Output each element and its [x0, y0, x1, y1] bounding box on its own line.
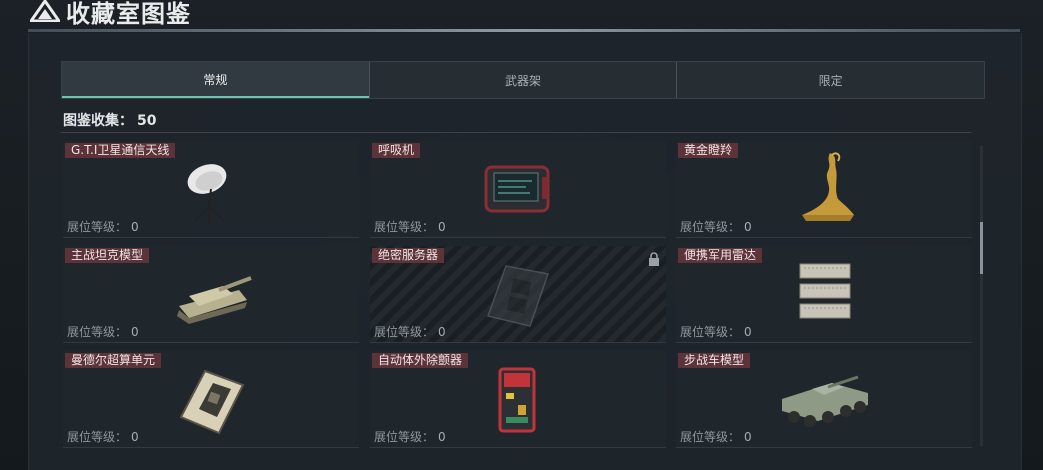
- item-name: 绝密服务器: [372, 248, 445, 263]
- collection-grid: G.T.I卫星通信天线 展位等级： 0 呼吸机 展位等级： 0 黄金瞪羚 展位等…: [63, 141, 973, 453]
- booth-level: 展位等级： 0: [67, 428, 139, 445]
- tab-bar: 常规 武器架 限定: [61, 61, 985, 99]
- tank-model-icon: [177, 276, 252, 324]
- booth-level-label: 展位等级：: [374, 325, 435, 339]
- booth-level-label: 展位等级：: [374, 220, 435, 234]
- booth-level: 展位等级： 0: [680, 323, 752, 340]
- booth-level-label: 展位等级：: [680, 430, 741, 444]
- booth-level-value: 0: [744, 220, 752, 234]
- booth-level-value: 0: [438, 325, 446, 339]
- booth-level: 展位等级： 0: [374, 218, 446, 235]
- collection-card[interactable]: 呼吸机 展位等级： 0: [370, 141, 666, 238]
- booth-level: 展位等级： 0: [680, 218, 752, 235]
- booth-level-value: 0: [438, 430, 446, 444]
- tab-regular[interactable]: 常规: [62, 62, 369, 98]
- booth-level-value: 0: [744, 430, 752, 444]
- collection-card-locked[interactable]: 绝密服务器 展位等级： 0: [370, 246, 666, 343]
- item-name: 黄金瞪羚: [678, 143, 739, 158]
- booth-level: 展位等级： 0: [67, 323, 139, 340]
- collection-card[interactable]: 自动体外除颤器 展位等级： 0: [370, 351, 666, 448]
- radar-icon: [799, 263, 851, 319]
- collection-count: 图鉴收集： 50: [63, 110, 156, 130]
- booth-level-label: 展位等级：: [680, 220, 741, 234]
- collection-card[interactable]: 步战车模型 展位等级： 0: [676, 351, 972, 448]
- item-name: 曼德尔超算单元: [65, 353, 162, 368]
- satellite-dish-icon: [187, 164, 227, 223]
- ventilator-icon: [484, 165, 550, 213]
- booth-level-value: 0: [744, 325, 752, 339]
- ifv-model-icon: [782, 375, 868, 427]
- booth-level: 展位等级： 0: [374, 428, 446, 445]
- supercomputer-unit-icon: [179, 369, 245, 435]
- collection-card[interactable]: 便携军用雷达 展位等级： 0: [676, 246, 972, 343]
- item-name: 主战坦克模型: [65, 248, 150, 263]
- scrollbar-track[interactable]: [980, 146, 983, 446]
- tab-weapon-rack[interactable]: 武器架: [368, 62, 677, 98]
- booth-level-value: 0: [438, 220, 446, 234]
- item-name: 便携军用雷达: [678, 248, 763, 263]
- booth-level: 展位等级： 0: [374, 323, 446, 340]
- collection-card[interactable]: 曼德尔超算单元 展位等级： 0: [63, 351, 359, 448]
- booth-level-value: 0: [131, 430, 139, 444]
- title-divider: [28, 29, 1020, 32]
- scrollbar-thumb[interactable]: [980, 222, 983, 274]
- item-name: 呼吸机: [372, 143, 421, 158]
- golden-gazelle-icon: [802, 152, 854, 221]
- collection-count-label: 图鉴收集：: [63, 113, 133, 129]
- server-icon: [487, 265, 549, 327]
- lock-icon: [649, 252, 659, 266]
- booth-level-label: 展位等级：: [680, 325, 741, 339]
- booth-level: 展位等级： 0: [680, 428, 752, 445]
- booth-level-value: 0: [131, 220, 139, 234]
- booth-level-label: 展位等级：: [374, 430, 435, 444]
- booth-level: 展位等级： 0: [67, 218, 139, 235]
- collection-card[interactable]: 黄金瞪羚 展位等级： 0: [676, 141, 972, 238]
- delta-logo-icon: [30, 0, 60, 22]
- tab-limited[interactable]: 限定: [676, 62, 984, 98]
- booth-level-label: 展位等级：: [67, 430, 128, 444]
- collection-card[interactable]: 主战坦克模型 展位等级： 0: [63, 246, 359, 343]
- divider: [61, 132, 971, 133]
- booth-level-label: 展位等级：: [67, 220, 128, 234]
- item-name: 步战车模型: [678, 353, 751, 368]
- booth-level-value: 0: [131, 325, 139, 339]
- title-bar: 收藏室图鉴: [0, 0, 1043, 28]
- page-title: 收藏室图鉴: [66, 0, 191, 28]
- booth-level-label: 展位等级：: [67, 325, 128, 339]
- collection-card[interactable]: G.T.I卫星通信天线 展位等级： 0: [63, 141, 359, 238]
- defibrillator-icon: [498, 367, 536, 433]
- item-name: 自动体外除颤器: [372, 353, 469, 368]
- collection-count-value: 50: [137, 113, 157, 129]
